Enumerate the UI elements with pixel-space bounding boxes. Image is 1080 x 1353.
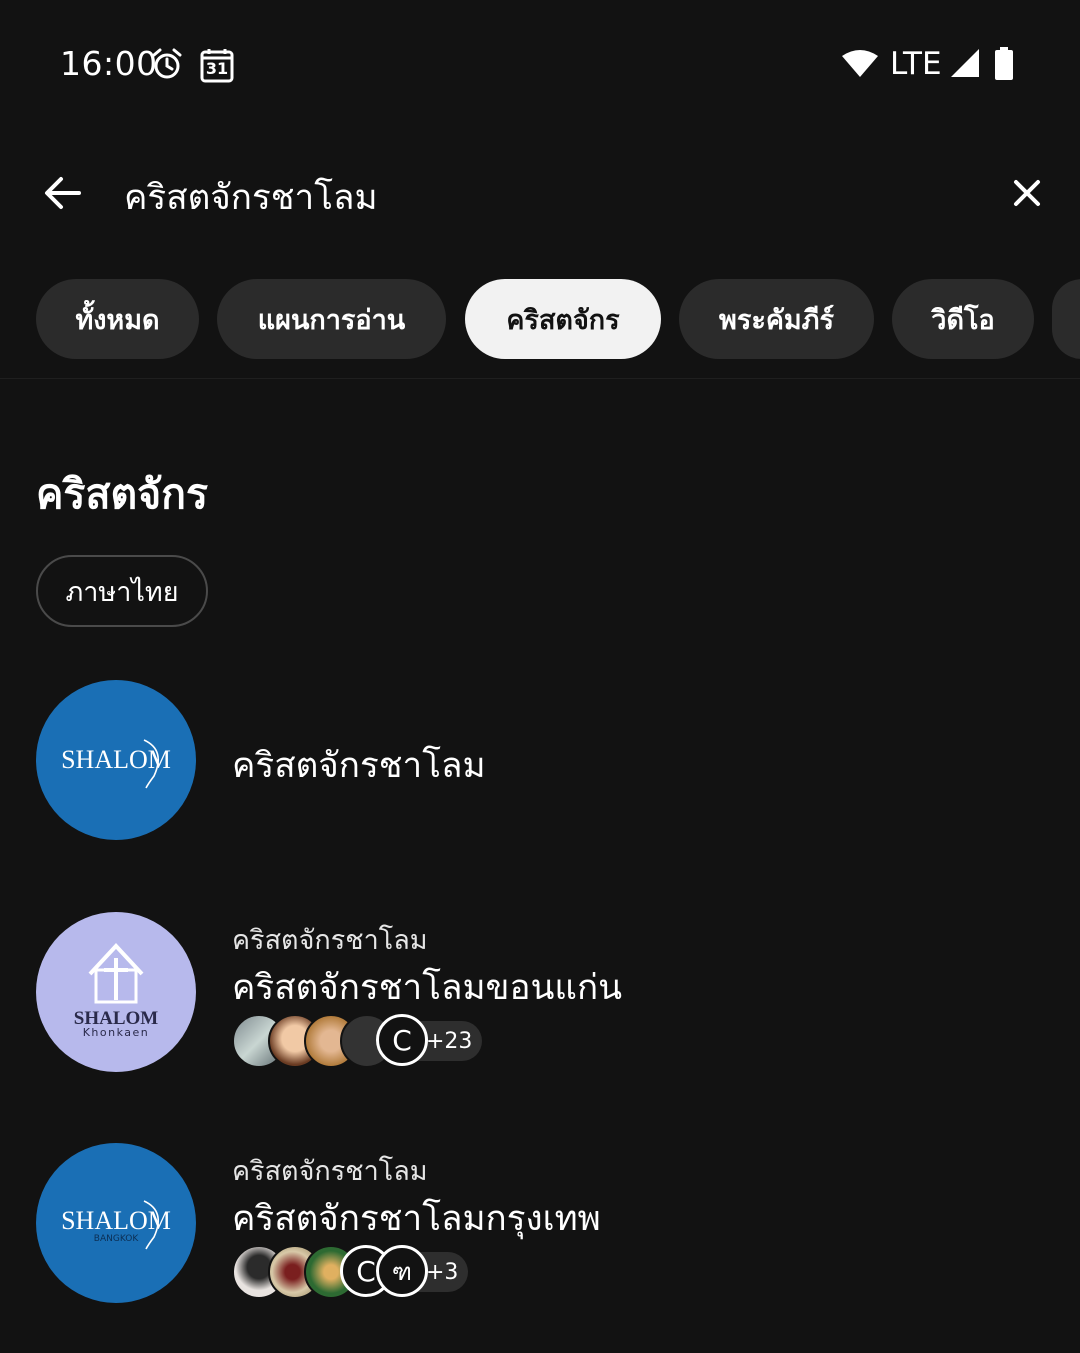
- search-bar: คริสตจักรชาโลม: [0, 150, 1080, 240]
- arrow-back-icon: [45, 177, 81, 209]
- logo-text: SHALOM: [61, 1206, 171, 1235]
- filter-chips: ทั้งหมด แผนการอ่าน คริสตจักร พระคัมภีร์ …: [0, 279, 1080, 359]
- section-title: คริสตจักร: [36, 470, 208, 518]
- chip-reading-plans[interactable]: แผนการอ่าน: [217, 279, 446, 359]
- avatar-initial: ฑ: [376, 1245, 428, 1297]
- clear-search-button[interactable]: [1004, 170, 1050, 216]
- church-logo: SHALOM: [36, 680, 196, 840]
- logo-caption: BANGKOK: [94, 1234, 140, 1244]
- language-filter-chip[interactable]: ภาษาไทย: [36, 555, 208, 627]
- divider: [0, 378, 1080, 379]
- member-avatars: C +3 ฑ: [232, 1245, 532, 1301]
- church-result[interactable]: SHALOM Khonkaen คริสตจักรชาโลม คริสตจักร…: [0, 912, 1080, 1082]
- wifi-icon: [842, 50, 878, 77]
- status-bar: 16:00 31 LTE: [0, 0, 1080, 130]
- church-logo: SHALOM Khonkaen: [36, 912, 196, 1072]
- calendar-icon: 31: [200, 47, 234, 83]
- battery-icon: [995, 47, 1013, 80]
- church-name: คริสตจักรชาโลมขอนแก่น: [232, 968, 623, 1008]
- network-type: LTE: [890, 46, 942, 82]
- status-time: 16:00: [60, 44, 158, 83]
- church-result[interactable]: SHALOM คริสตจักรชาโลม: [0, 680, 1080, 850]
- close-icon: [1014, 180, 1040, 206]
- search-input[interactable]: คริสตจักรชาโลม: [124, 170, 378, 225]
- avatar-initial: C: [376, 1014, 428, 1066]
- logo-caption: Khonkaen: [83, 1026, 150, 1039]
- signal-icon: [951, 49, 979, 77]
- chip-more-partial[interactable]: [1052, 279, 1080, 359]
- alarm-icon: [152, 48, 182, 79]
- church-name: คริสตจักรชาโลม: [232, 746, 486, 786]
- church-result[interactable]: SHALOM BANGKOK คริสตจักรชาโลม คริสตจักรช…: [0, 1143, 1080, 1313]
- church-parent: คริสตจักรชาโลม: [232, 925, 428, 956]
- logo-text: SHALOM: [61, 745, 171, 774]
- calendar-day: 31: [205, 59, 229, 78]
- back-button[interactable]: [38, 168, 88, 218]
- chip-bible[interactable]: พระคัมภีร์: [679, 279, 874, 359]
- chip-all[interactable]: ทั้งหมด: [36, 279, 199, 359]
- church-name: คริสตจักรชาโลมกรุงเทพ: [232, 1199, 601, 1239]
- member-avatars: +23 C: [232, 1014, 532, 1070]
- church-logo: SHALOM BANGKOK: [36, 1143, 196, 1303]
- chip-videos[interactable]: วิดีโอ: [892, 279, 1034, 359]
- chip-churches[interactable]: คริสตจักร: [465, 279, 661, 359]
- church-parent: คริสตจักรชาโลม: [232, 1156, 428, 1187]
